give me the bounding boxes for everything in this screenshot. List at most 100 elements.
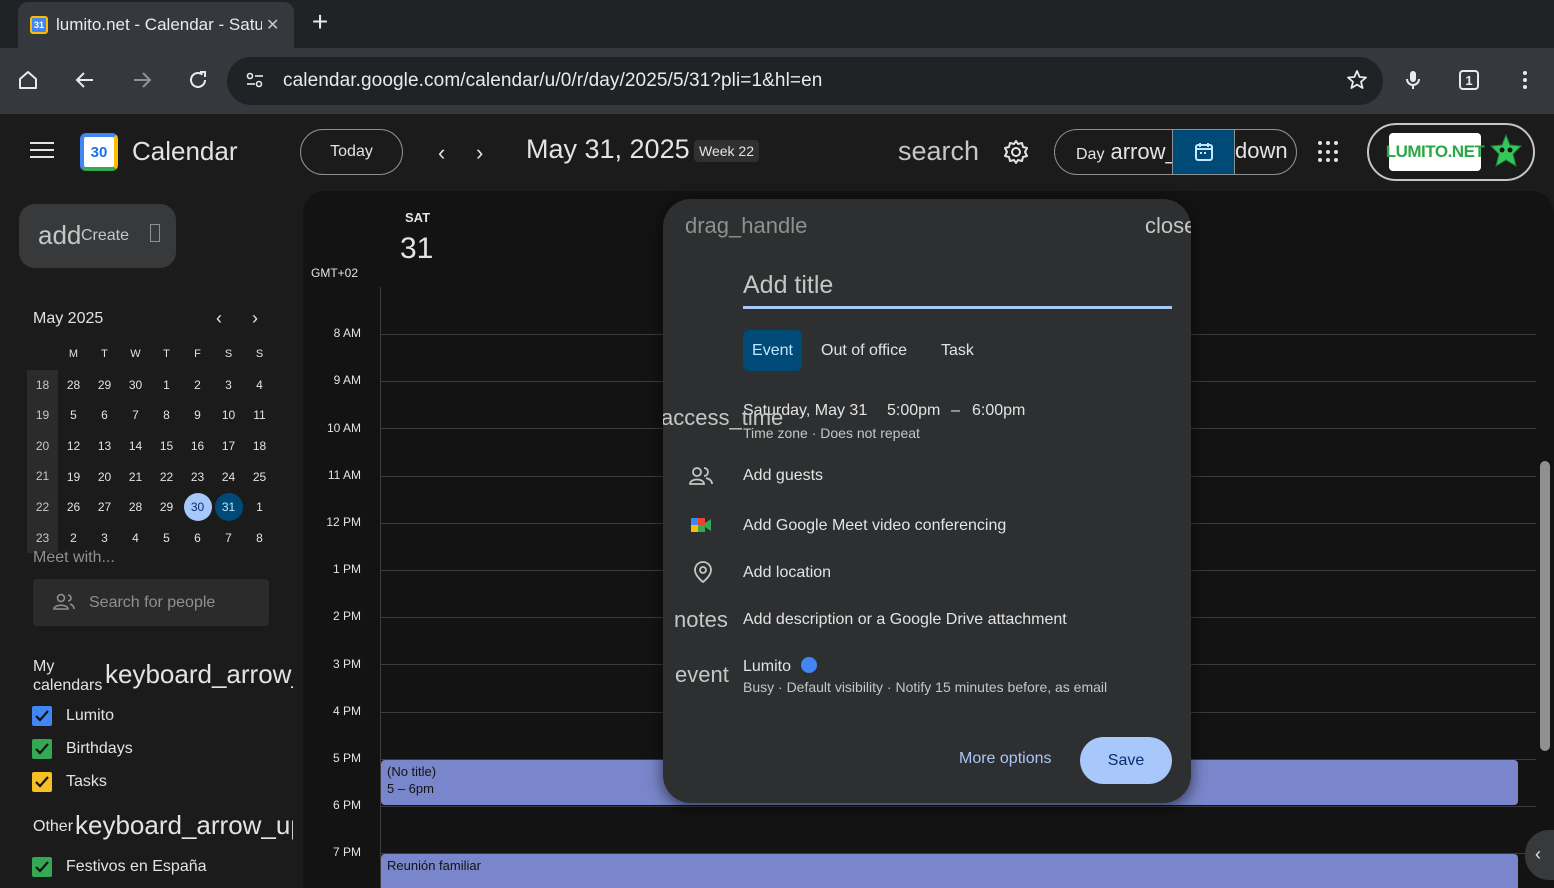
event-title-input[interactable] <box>743 265 1172 309</box>
mini-day[interactable]: 23 <box>182 463 213 491</box>
mini-day[interactable]: 12 <box>58 432 89 460</box>
mini-day[interactable]: 29 <box>89 371 120 399</box>
tab-switcher-icon[interactable]: 1 <box>1451 62 1487 98</box>
today-button[interactable]: Today <box>300 129 403 175</box>
mini-day[interactable]: 6 <box>182 524 213 552</box>
mini-day[interactable]: 17 <box>213 432 244 460</box>
mini-day[interactable]: 31 <box>213 493 244 522</box>
tasks-view-toggle[interactable]: down <box>1234 129 1297 175</box>
settings-gear-icon[interactable] <box>1002 138 1030 171</box>
mini-day[interactable]: 3 <box>89 524 120 552</box>
mini-day[interactable]: 19 <box>58 463 89 491</box>
mini-day[interactable]: 6 <box>89 401 120 429</box>
mini-day[interactable]: 28 <box>120 493 151 521</box>
my-calendars-title[interactable]: My calendars <box>33 657 102 695</box>
add-meet-label[interactable]: Add Google Meet video conferencing <box>743 517 1006 535</box>
calendar-logo-icon[interactable]: 30 <box>80 133 118 171</box>
week-number[interactable]: 18 <box>27 369 58 401</box>
close-icon[interactable]: close <box>1145 213 1191 239</box>
mini-day[interactable]: 26 <box>58 493 89 521</box>
grid-scrollbar[interactable] <box>1540 461 1550 751</box>
week-number[interactable]: 19 <box>27 400 58 431</box>
add-location-label[interactable]: Add location <box>743 564 831 582</box>
add-guests-label[interactable]: Add guests <box>743 467 823 485</box>
calendar-item[interactable]: Tasks <box>32 771 107 793</box>
event-reunion-familiar[interactable]: Reunión familiar <box>381 854 1518 888</box>
bookmark-star-icon[interactable] <box>1345 68 1369 97</box>
view-switcher-button[interactable]: Day arrow_drop_down <box>1054 129 1174 175</box>
next-day-icon[interactable]: › <box>476 140 483 166</box>
browser-menu-icon[interactable] <box>1507 62 1543 98</box>
back-icon[interactable] <box>67 62 103 98</box>
calendar-item[interactable]: Lumito <box>32 705 114 727</box>
mini-day[interactable]: 8 <box>244 524 275 552</box>
mini-day[interactable]: 4 <box>244 371 275 399</box>
mini-day[interactable]: 2 <box>58 524 89 552</box>
drag-handle-icon[interactable]: drag_handle <box>685 213 807 239</box>
week-number[interactable]: 20 <box>27 430 58 462</box>
mini-day[interactable]: 5 <box>58 401 89 429</box>
mini-day[interactable]: 22 <box>151 463 182 491</box>
reload-icon[interactable] <box>180 62 216 98</box>
google-apps-icon[interactable] <box>1318 141 1340 163</box>
mini-day[interactable]: 18 <box>244 432 275 460</box>
more-options-button[interactable]: More options <box>959 750 1052 768</box>
search-people-field[interactable]: Search for people <box>33 579 269 626</box>
week-number[interactable]: 21 <box>27 461 58 492</box>
site-info-icon[interactable] <box>245 70 265 95</box>
new-tab-icon[interactable]: + <box>306 8 334 36</box>
add-description-label[interactable]: Add description or a Google Drive attach… <box>743 611 1067 629</box>
type-out-of-office-tab[interactable]: Out of office <box>821 330 907 371</box>
create-button[interactable]: add Create <box>19 204 176 268</box>
mini-day[interactable]: 2 <box>182 371 213 399</box>
mini-day[interactable]: 21 <box>120 463 151 491</box>
app-title[interactable]: Calendar <box>132 136 238 167</box>
mini-next-month-icon[interactable]: › <box>252 308 258 329</box>
week-number[interactable]: 22 <box>27 491 58 523</box>
mini-day[interactable]: 1 <box>151 371 182 399</box>
address-bar[interactable]: calendar.google.com/calendar/u/0/r/day/2… <box>227 57 1383 105</box>
mini-day[interactable]: 15 <box>151 432 182 460</box>
mini-day[interactable]: 3 <box>213 371 244 399</box>
mini-day[interactable]: 10 <box>213 401 244 429</box>
browser-tab[interactable]: 31 lumito.net - Calendar - Saturday ✕ <box>18 2 294 48</box>
checkbox-checked-icon[interactable] <box>32 739 52 759</box>
mini-day[interactable]: 27 <box>89 493 120 521</box>
mini-day[interactable]: 7 <box>213 524 244 552</box>
previous-day-icon[interactable]: ‹ <box>438 140 445 166</box>
mini-day[interactable]: 14 <box>120 432 151 460</box>
my-calendars-toggle-icon[interactable]: keyboard_arrow_up <box>105 659 293 690</box>
calendar-item[interactable]: Birthdays <box>32 738 133 760</box>
mini-day[interactable]: 28 <box>58 371 89 399</box>
mini-day[interactable]: 9 <box>182 401 213 429</box>
type-event-tab[interactable]: Event <box>743 330 802 371</box>
mini-day[interactable]: 25 <box>244 463 275 491</box>
checkbox-checked-icon[interactable] <box>32 706 52 726</box>
mini-day[interactable]: 1 <box>244 493 275 521</box>
calendar-settings-summary[interactable]: Busy · Default visibility · Notify 15 mi… <box>743 679 1107 695</box>
calendar-view-toggle[interactable] <box>1172 129 1235 175</box>
mini-day[interactable]: 4 <box>120 524 151 552</box>
calendar-owner[interactable]: Lumito <box>743 657 818 676</box>
mini-day[interactable]: 30 <box>120 371 151 399</box>
mini-day[interactable]: 24 <box>213 463 244 491</box>
event-start-time[interactable]: 5:00pm <box>887 402 940 420</box>
microphone-icon[interactable] <box>1395 62 1431 98</box>
forward-icon[interactable] <box>124 62 160 98</box>
tab-close-icon[interactable]: ✕ <box>266 15 279 35</box>
mini-day[interactable]: 29 <box>151 493 182 521</box>
home-icon[interactable] <box>10 62 46 98</box>
save-button[interactable]: Save <box>1080 737 1172 784</box>
type-task-tab[interactable]: Task <box>941 330 974 371</box>
day-number[interactable]: 31 <box>400 232 433 266</box>
search-icon[interactable]: search <box>898 136 979 167</box>
mini-prev-month-icon[interactable]: ‹ <box>216 308 222 329</box>
checkbox-checked-icon[interactable] <box>32 772 52 792</box>
other-calendars-toggle-icon[interactable]: keyboard_arrow_up <box>75 810 293 841</box>
mini-day[interactable]: 16 <box>182 432 213 460</box>
mini-day[interactable]: 13 <box>89 432 120 460</box>
mini-day[interactable]: 5 <box>151 524 182 552</box>
event-end-time[interactable]: 6:00pm <box>972 402 1025 420</box>
other-calendars-title[interactable]: Other <box>33 817 73 836</box>
mini-day[interactable]: 30 <box>182 493 213 522</box>
